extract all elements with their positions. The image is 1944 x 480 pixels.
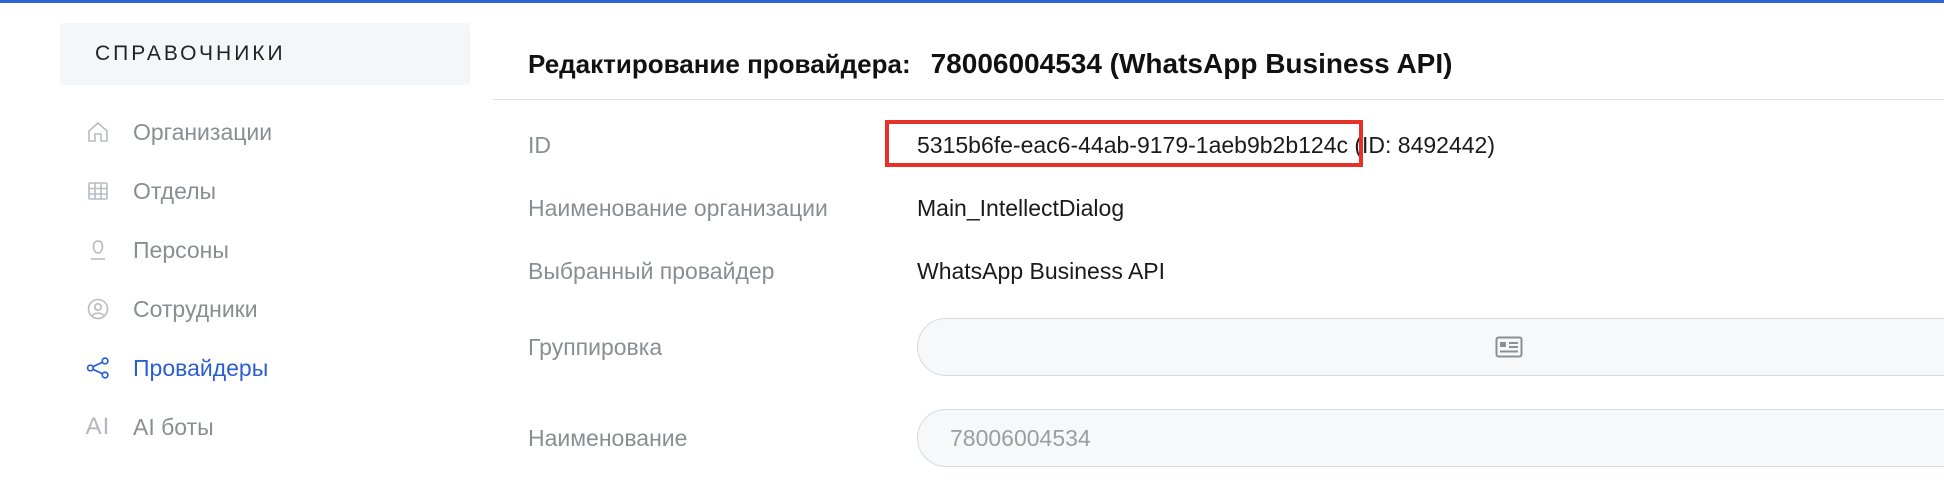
sidebar-item-label: Отделы: [133, 177, 217, 204]
sidebar-item-label: Персоны: [133, 236, 229, 263]
id-highlight-box: [885, 120, 1363, 167]
sidebar-item-persons[interactable]: Персоны: [84, 230, 229, 270]
grouping-label: Группировка: [528, 334, 663, 360]
sidebar-item-ai-bots[interactable]: AI AI боты: [84, 407, 214, 447]
sidebar-header: СПРАВОЧНИКИ: [60, 23, 470, 85]
ai-icon: AI: [84, 413, 112, 441]
name-field[interactable]: [917, 409, 1944, 467]
sidebar-header-label: СПРАВОЧНИКИ: [95, 42, 286, 65]
name-input[interactable]: [950, 410, 1650, 466]
provider-label: Выбранный провайдер: [528, 258, 775, 284]
home-icon: [84, 118, 112, 146]
title-divider: [493, 99, 1944, 100]
page-title: Редактирование провайдера: 78006004534 (…: [528, 42, 1452, 86]
user-circle-icon: [84, 295, 112, 323]
sidebar-item-employees[interactable]: Сотрудники: [84, 289, 258, 329]
name-label: Наименование: [528, 425, 688, 451]
ai-icon-text: AI: [85, 413, 111, 440]
person-icon: [84, 236, 112, 264]
card-icon[interactable]: [1495, 336, 1523, 358]
page-title-label: Редактирование провайдера:: [528, 48, 911, 79]
sidebar-item-label: Организации: [133, 118, 273, 145]
sidebar-item-departments[interactable]: Отделы: [84, 171, 216, 211]
top-accent-line: [0, 0, 1944, 3]
organization-value: Main_IntellectDialog: [917, 195, 1125, 221]
grid-icon: [84, 177, 112, 205]
id-label: ID: [528, 132, 551, 158]
sidebar-item-label: Провайдеры: [133, 354, 269, 381]
page-title-value: 78006004534 (WhatsApp Business API): [930, 48, 1453, 79]
sidebar-item-label: AI боты: [133, 413, 214, 440]
share-icon: [84, 354, 112, 382]
sidebar-item-providers[interactable]: Провайдеры: [84, 348, 268, 388]
sidebar-item-label: Сотрудники: [133, 295, 258, 322]
sidebar-item-organizations[interactable]: Организации: [84, 112, 272, 152]
organization-label: Наименование организации: [528, 195, 828, 221]
provider-value: WhatsApp Business API: [917, 258, 1166, 284]
grouping-field[interactable]: [917, 318, 1944, 376]
